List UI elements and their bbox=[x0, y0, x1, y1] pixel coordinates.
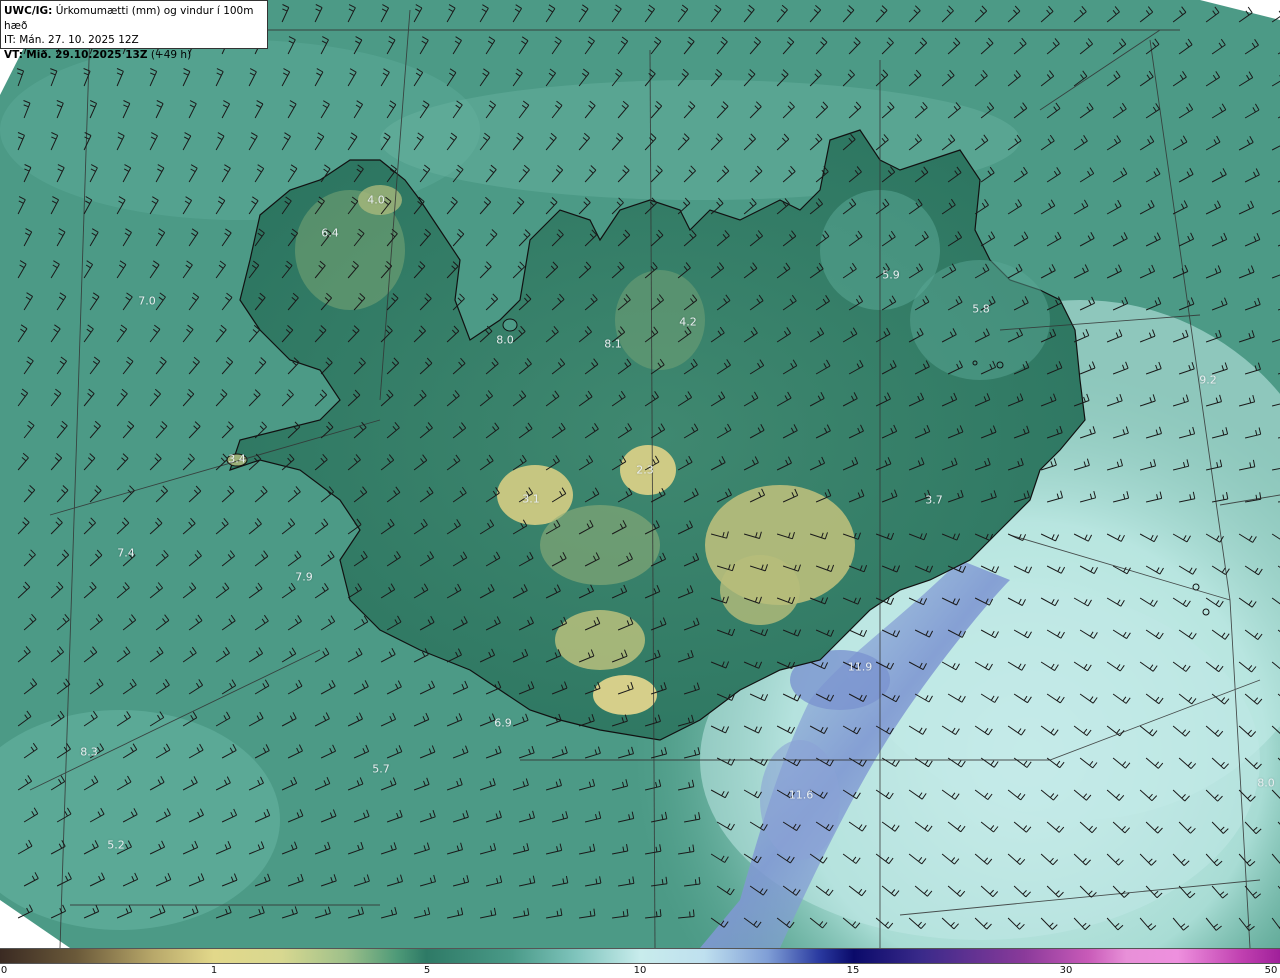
myrdalsjokull-area bbox=[593, 675, 657, 715]
colorbar-tick: 15 bbox=[846, 965, 860, 976]
value-label: 3.1 bbox=[522, 492, 540, 506]
value-label: 5.2 bbox=[107, 838, 125, 852]
valid-time-line: VT: Mið. 29.10.2025 13Z (+49 h) bbox=[4, 48, 264, 63]
colorbar: 0 1 5 10 15 30 50 bbox=[0, 948, 1280, 978]
value-label: 5.7 bbox=[372, 762, 390, 776]
product-code: UWC/IG: bbox=[4, 5, 53, 17]
map-area: 4.0 6.4 7.0 8.0 8.1 4.2 5.9 5.8 3.4 3.1 … bbox=[0, 0, 1280, 948]
initial-time: IT: Mán. 27. 10. 2025 12Z bbox=[4, 34, 139, 46]
value-label: 11.6 bbox=[788, 788, 814, 802]
value-label: 4.0 bbox=[367, 193, 385, 207]
value-label: 5.9 bbox=[882, 268, 900, 282]
value-label: 7.4 bbox=[117, 546, 135, 560]
colorbar-strip bbox=[0, 948, 1280, 964]
value-label: 8.1 bbox=[604, 337, 622, 351]
colorbar-tick: 10 bbox=[633, 965, 647, 976]
valid-time-value: Mið. 29.10.2025 13Z bbox=[26, 48, 148, 61]
lead-time: (+49 h) bbox=[150, 48, 192, 61]
colorbar-tick: 1 bbox=[210, 965, 218, 976]
value-label: 3.4 bbox=[228, 452, 246, 466]
value-label: 8.0 bbox=[1257, 776, 1275, 790]
colorbar-tick: 5 bbox=[423, 965, 431, 976]
value-label: 2.3 bbox=[636, 463, 654, 477]
value-label: 9.2 bbox=[1199, 373, 1217, 387]
value-label: 11.9 bbox=[847, 660, 873, 674]
value-label: 4.2 bbox=[679, 315, 697, 329]
value-label: 6.4 bbox=[321, 226, 339, 240]
map-info-box: UWC/IG: Úrkomumætti (mm) og vindur í 100… bbox=[0, 0, 268, 61]
value-label: 3.7 bbox=[925, 493, 943, 507]
value-label: 6.9 bbox=[494, 716, 512, 730]
value-label: 8.0 bbox=[496, 333, 514, 347]
valid-time-prefix: VT: bbox=[4, 48, 23, 61]
colorbar-tick: 30 bbox=[1059, 965, 1073, 976]
colorbar-tick: 0 bbox=[0, 965, 8, 976]
value-label: 5.8 bbox=[972, 302, 990, 316]
colorbar-tick: 50 bbox=[1264, 965, 1278, 976]
product-title-line: UWC/IG: Úrkomumætti (mm) og vindur í 100… bbox=[4, 4, 264, 33]
value-label: 8.3 bbox=[80, 745, 98, 759]
value-label: 7.0 bbox=[138, 294, 156, 308]
value-label: 7.9 bbox=[295, 570, 313, 584]
